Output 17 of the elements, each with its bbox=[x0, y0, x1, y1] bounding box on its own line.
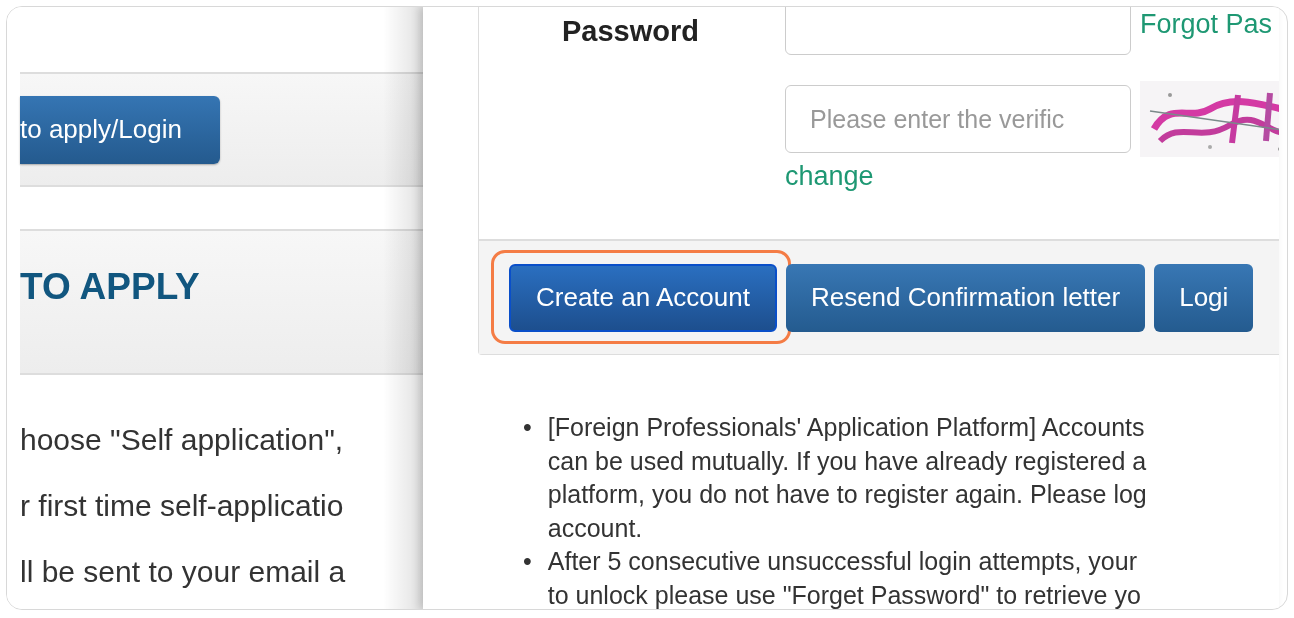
change-captcha-link[interactable]: change bbox=[785, 161, 874, 191]
instruction-text: hoose "Self application", bbox=[20, 422, 345, 458]
section-heading: TO APPLY bbox=[20, 266, 200, 309]
bullet-mark: • bbox=[523, 412, 532, 443]
apply-login-button[interactable]: to apply/Login bbox=[20, 95, 220, 164]
instruction-text: r first time self-applicatio bbox=[20, 488, 345, 524]
bullet-mark: • bbox=[523, 546, 532, 577]
password-field[interactable] bbox=[785, 7, 1131, 55]
password-label: Password bbox=[562, 15, 699, 48]
note-text: After 5 consecutive unsuccessful login attempts, your to unlock please use "Forget Password" to retrieve yo bbox=[547, 546, 1141, 609]
form-button[interactable]: Resend Confirmation letter bbox=[785, 263, 1146, 332]
forgot-password-link[interactable]: Forgot Pas bbox=[1140, 9, 1273, 40]
form-button[interactable]: Logi bbox=[1154, 263, 1254, 332]
instruction-text: ll be sent to your email a bbox=[20, 554, 347, 590]
form-button[interactable]: Create an Account bbox=[509, 263, 777, 332]
note-text: [Foreign Professionals' Application Platform] Accounts can be used mutually. If you have already registered a platform, you do not have to register again. Please log account. bbox=[547, 412, 1147, 544]
verification-code-field[interactable]: Please enter the verific bbox=[785, 85, 1131, 153]
